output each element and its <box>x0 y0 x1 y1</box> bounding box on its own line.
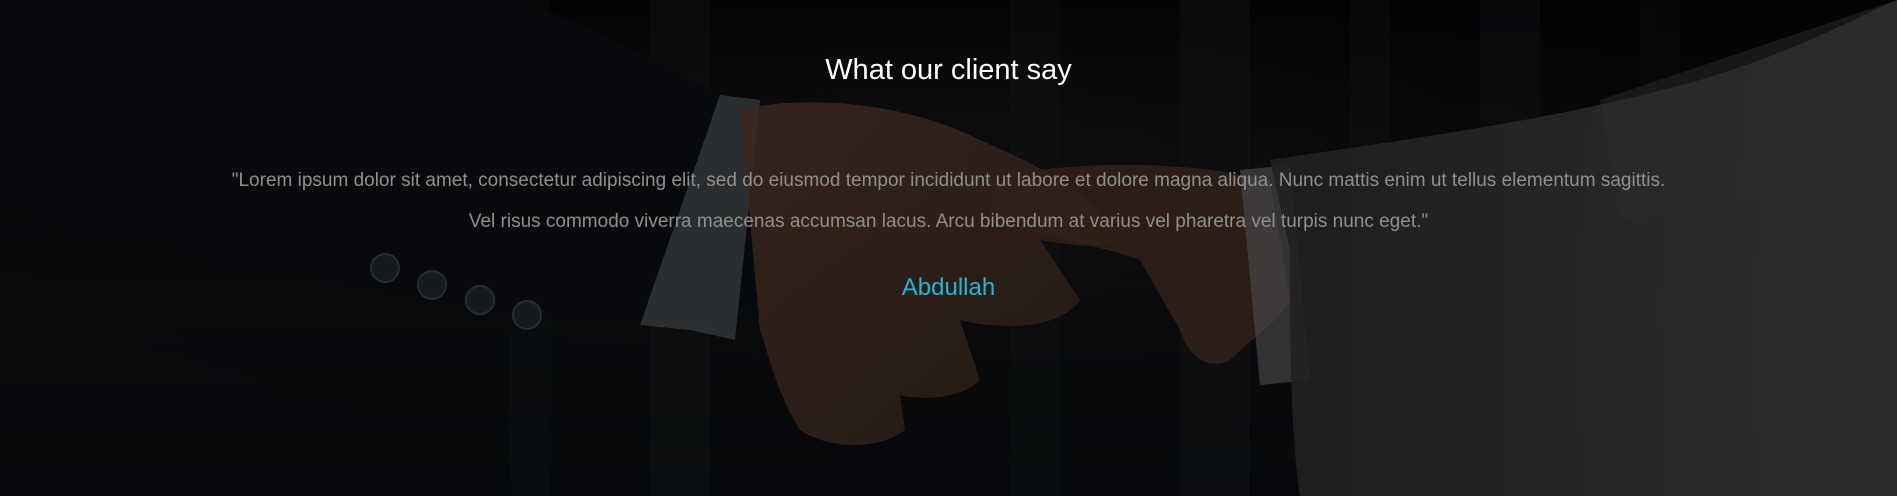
section-title: What our client say <box>825 54 1072 86</box>
testimonial-content: What our client say "Lorem ipsum dolor s… <box>0 0 1897 496</box>
testimonial-section: What our client say "Lorem ipsum dolor s… <box>0 0 1897 496</box>
testimonial-author: Abdullah <box>901 274 996 301</box>
testimonial-quote: "Lorem ipsum dolor sit amet, consectetur… <box>231 170 1666 232</box>
